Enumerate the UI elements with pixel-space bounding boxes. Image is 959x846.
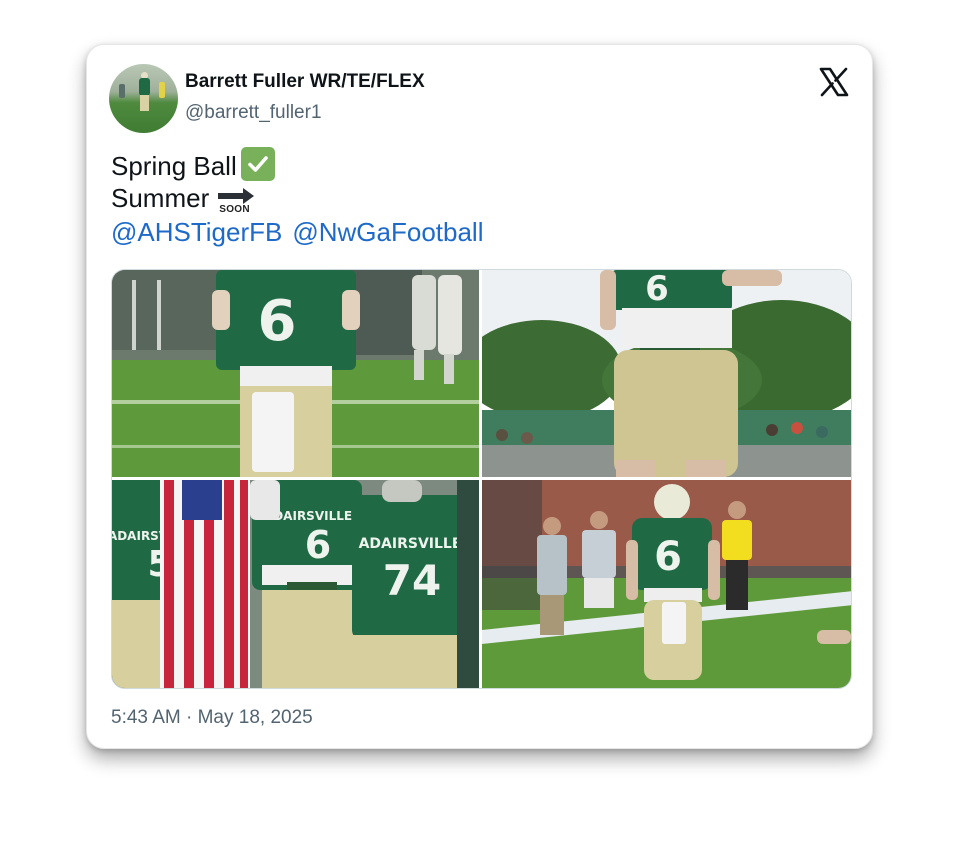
tweet-card[interactable]: Barrett Fuller WR/TE/FLEX @barrett_fulle… — [86, 44, 873, 749]
photo-3-jersey-mid: 6 — [305, 523, 331, 567]
photo-4[interactable]: 6 — [482, 480, 851, 688]
photo-2-jersey-number: 6 — [645, 270, 669, 309]
photo-3-team-text-right: ADAIRSVILLE — [359, 536, 462, 552]
soon-label: SOON — [219, 204, 250, 215]
mention-nwgafootball[interactable]: @NwGaFootball — [292, 217, 483, 247]
photo-1-jersey-number: 6 — [258, 289, 297, 354]
x-logo-icon[interactable] — [818, 66, 850, 98]
avatar-player-jersey — [139, 78, 150, 96]
check-mark-icon — [240, 147, 275, 181]
author-handle[interactable]: @barrett_fuller1 — [185, 102, 322, 124]
tweet-timestamp[interactable]: 5:43 AM · May 18, 2025 — [111, 707, 313, 729]
avatar-background-person — [119, 84, 125, 98]
soon-arrow-icon: SOON — [217, 187, 255, 217]
avatar-player-legs — [140, 95, 149, 111]
photo-4-jersey-number: 6 — [654, 534, 682, 580]
photo-2[interactable]: 6 — [482, 270, 851, 477]
mention-ahstigerfb[interactable]: @AHSTigerFB — [111, 217, 282, 247]
photo-1[interactable]: 6 — [112, 270, 479, 477]
photo-3-image: ADAIRSVILLE 5 ADAIRSVILLE 6 — [112, 480, 479, 688]
photo-1-image: 6 — [112, 270, 479, 477]
photo-grid: 6 6 ADAIRSVILLE ADAIRSVILLE 6 ADAIRSVILL… — [111, 269, 852, 689]
tweet-line-1: Spring Ball — [111, 147, 494, 181]
spring-ball-text: Spring Ball — [111, 151, 237, 181]
photo-2-image: 6 — [482, 270, 851, 477]
avatar-background-official — [159, 82, 165, 98]
photo-4-image: 6 — [482, 480, 851, 688]
author-name[interactable]: Barrett Fuller WR/TE/FLEX — [185, 71, 425, 93]
avatar[interactable] — [109, 64, 178, 133]
photo-3-jersey-right: 74 — [383, 556, 441, 605]
tweet-text: Spring Ball Summer SOON @AHSTigerFB @NwGaF… — [111, 147, 494, 249]
tweet-line-2: Summer SOON — [111, 181, 494, 215]
summer-text: Summer — [111, 183, 210, 213]
american-flag — [160, 480, 250, 688]
photo-3[interactable]: ADAIRSVILLE 5 ADAIRSVILLE 6 — [112, 480, 479, 688]
tweet-mentions: @AHSTigerFB @NwGaFootball — [111, 215, 494, 249]
